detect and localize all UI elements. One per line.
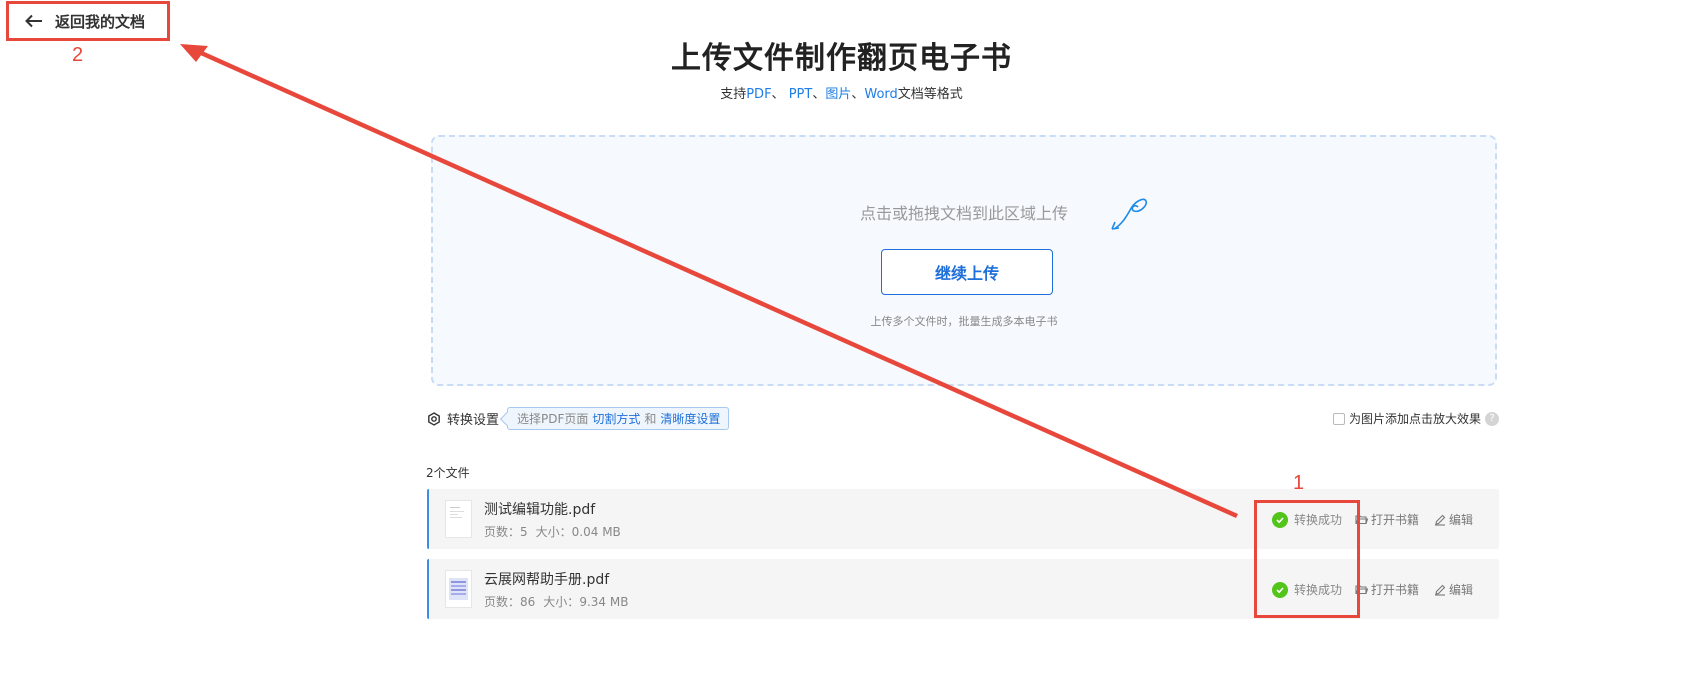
upload-dropzone[interactable]: 点击或拖拽文档到此区域上传 继续上传 上传多个文件时，批量生成多本电子书 xyxy=(431,135,1497,386)
file-thumbnail xyxy=(445,570,472,608)
tip-prefix: 选择PDF页面 xyxy=(517,412,589,426)
tip-and: 和 xyxy=(644,412,657,426)
settings-tooltip: 选择PDF页面 切割方式 和 清晰度设置 xyxy=(507,407,730,430)
edit-label: 编辑 xyxy=(1449,513,1474,527)
file-meta: 页数：5 大小：0.04 MB xyxy=(484,523,621,540)
continue-upload-button[interactable]: 继续上传 xyxy=(881,249,1053,295)
file-count: 2个文件 xyxy=(426,466,470,480)
arrow-left-icon xyxy=(25,14,42,28)
cut-mode-link[interactable]: 切割方式 xyxy=(592,410,640,427)
drag-arrow-icon xyxy=(1111,198,1148,230)
subtitle-separator: 、 xyxy=(812,87,826,102)
open-book-button[interactable]: 打开书籍 xyxy=(1355,581,1419,598)
conversion-settings-label: 转换设置 xyxy=(447,413,500,428)
file-name: 云展网帮助手册.pdf xyxy=(484,572,610,588)
dropzone-note: 上传多个文件时，批量生成多本电子书 xyxy=(870,315,1058,328)
pages-label: 页数： xyxy=(484,525,521,539)
image-zoom-checkbox[interactable] xyxy=(1332,412,1345,425)
file-thumbnail xyxy=(445,500,472,538)
document-preview-icon xyxy=(450,507,464,518)
annotation-number-1: 1 xyxy=(1293,472,1305,494)
subtitle-prefix: 支持 xyxy=(720,87,747,102)
image-zoom-option: 为图片添加点击放大效果 ? xyxy=(1332,410,1499,427)
format-image: 图片 xyxy=(825,87,852,102)
subtitle-separator: 、 xyxy=(771,87,789,102)
open-book-label: 打开书籍 xyxy=(1371,583,1420,597)
help-icon[interactable]: ? xyxy=(1485,411,1499,426)
edit-label: 编辑 xyxy=(1449,583,1474,597)
file-size: 0.04 MB xyxy=(571,525,621,539)
edit-button[interactable]: 编辑 xyxy=(1434,581,1473,598)
subtitle-suffix: 文档等格式 xyxy=(897,87,963,102)
page-title: 上传文件制作翻页电子书 xyxy=(671,41,1012,76)
back-label: 返回我的文档 xyxy=(55,12,146,31)
pencil-icon xyxy=(1435,514,1446,526)
file-meta: 页数：86 大小：9.34 MB xyxy=(484,593,628,610)
clarity-settings-link[interactable]: 清晰度设置 xyxy=(660,410,720,427)
image-zoom-label: 为图片添加点击放大效果 xyxy=(1348,412,1481,426)
file-name: 测试编辑功能.pdf xyxy=(484,502,596,518)
size-label: 大小： xyxy=(543,595,580,609)
open-book-label: 打开书籍 xyxy=(1371,513,1420,527)
pencil-icon xyxy=(1435,584,1446,596)
format-pdf: PDF xyxy=(746,87,772,102)
pages-label: 页数： xyxy=(484,595,521,609)
edit-button[interactable]: 编辑 xyxy=(1434,511,1473,528)
format-word: Word xyxy=(864,87,898,102)
gear-icon xyxy=(428,411,440,426)
conversion-settings-row: 转换设置 选择PDF页面 切割方式 和 清晰度设置 为图片添加点击放大效果 ? xyxy=(427,407,1499,431)
format-ppt: PPT xyxy=(788,87,813,102)
conversion-settings-toggle[interactable]: 转换设置 xyxy=(427,409,499,428)
document-preview-icon xyxy=(449,578,468,600)
open-book-button[interactable]: 打开书籍 xyxy=(1355,511,1419,528)
page-count: 86 xyxy=(520,595,536,609)
page-count: 5 xyxy=(520,525,528,539)
dropzone-hint: 点击或拖拽文档到此区域上传 xyxy=(859,204,1068,223)
file-size: 9.34 MB xyxy=(579,595,629,609)
subtitle-separator: 、 xyxy=(851,87,865,102)
page-subtitle: 支持PDF、 PPT、图片、Word文档等格式 xyxy=(0,83,1683,102)
annotation-highlight-box xyxy=(1254,500,1360,618)
size-label: 大小： xyxy=(535,525,572,539)
